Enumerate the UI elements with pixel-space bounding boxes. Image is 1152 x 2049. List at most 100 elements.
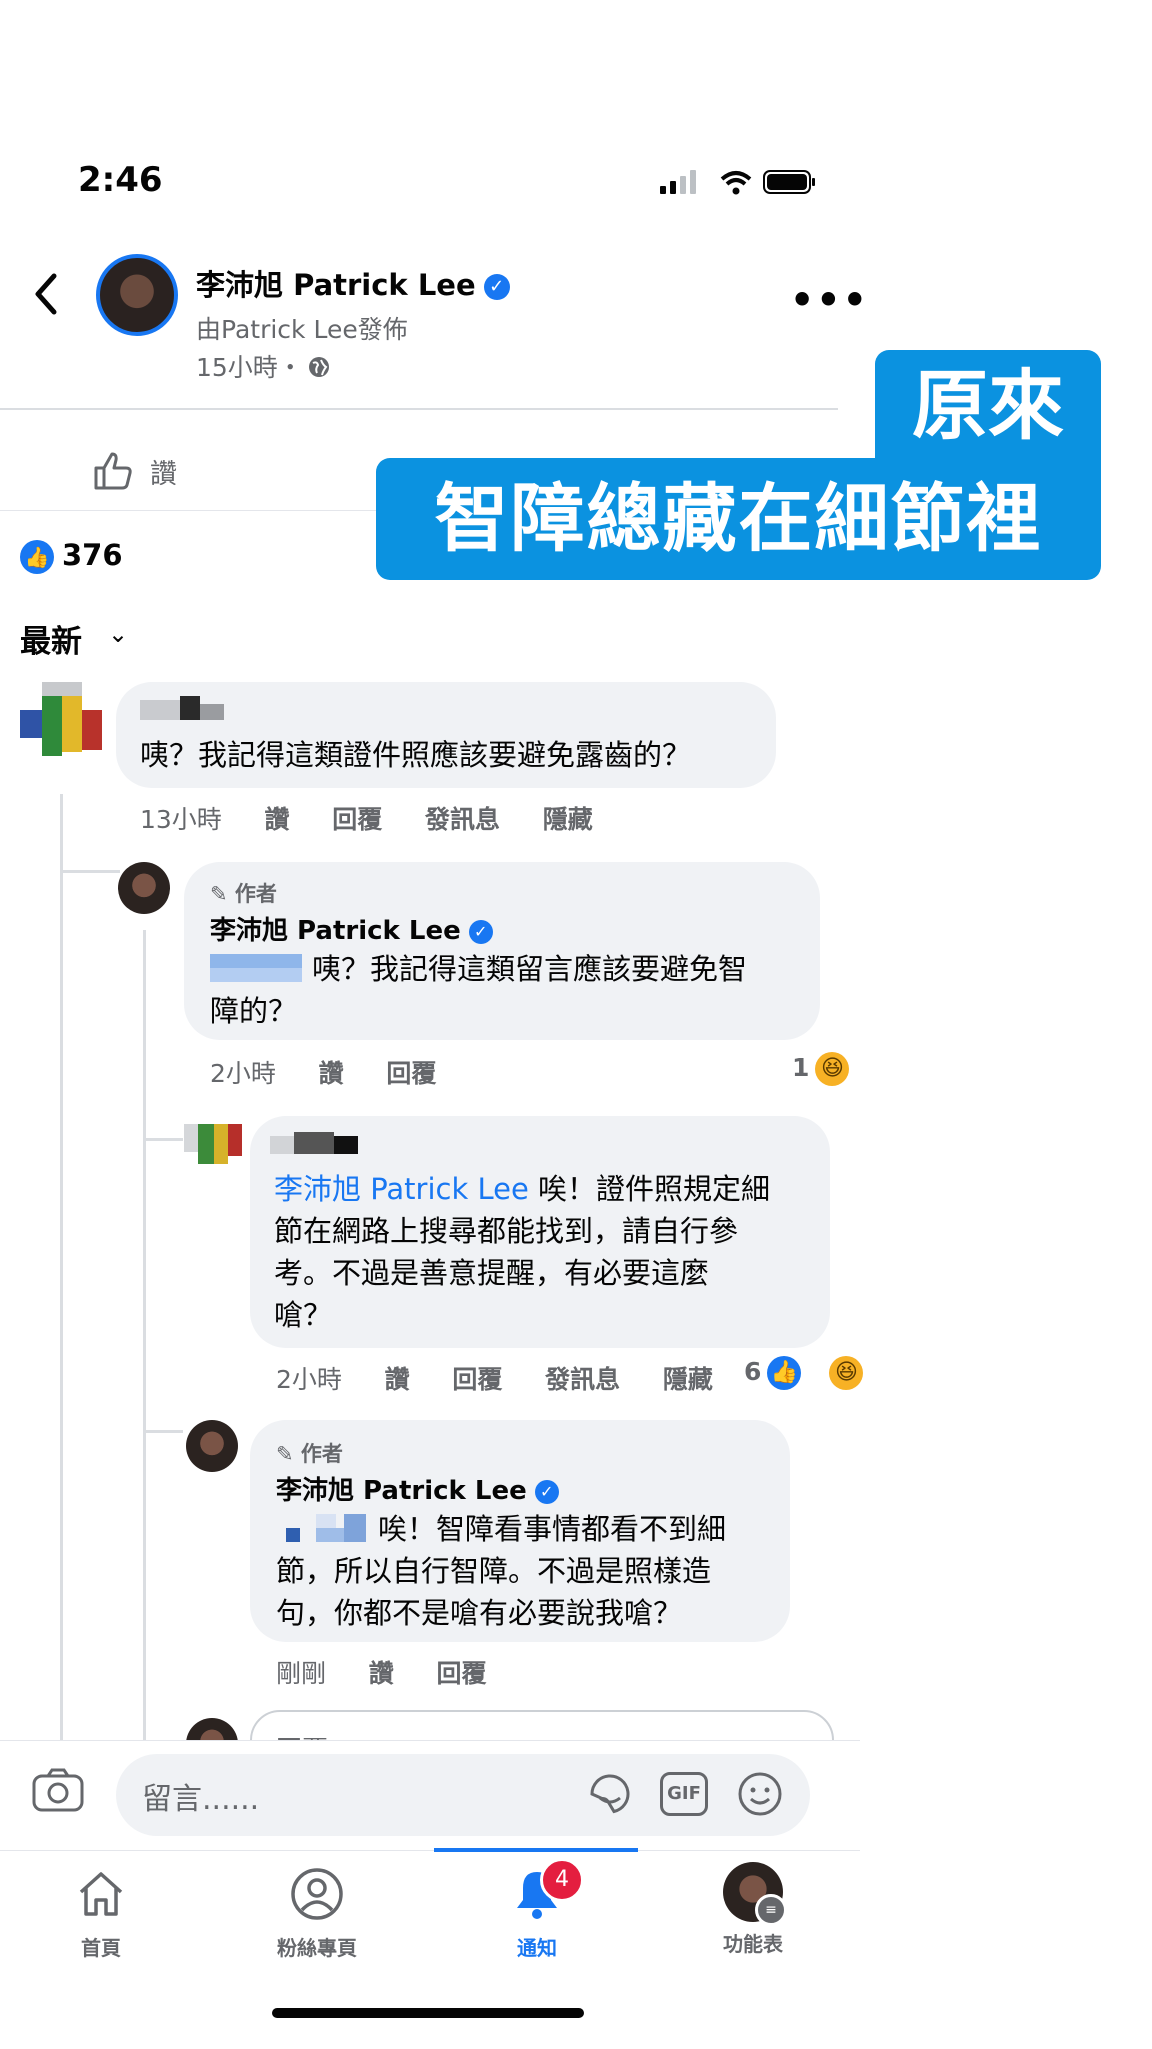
wifi-icon: [720, 171, 752, 195]
comment-text-line: 障的？: [210, 994, 298, 1028]
reaction-count[interactable]: 376: [62, 538, 123, 572]
comment-meta: 剛剛 讚 回覆: [276, 1654, 520, 1690]
comment-like-button[interactable]: 讚: [265, 805, 290, 834]
verified-badge-icon: ✓: [534, 1479, 559, 1504]
comment-text-line: 節在網路上搜尋都能找到，請自行參: [274, 1214, 739, 1248]
nav-home-label: 首頁: [81, 1936, 121, 1960]
page-avatar[interactable]: [96, 254, 178, 336]
like-reaction-icon: 👍: [20, 540, 54, 574]
thread-line: [143, 1138, 183, 1141]
home-icon: [79, 1872, 123, 1916]
like-reaction-icon: 👍: [767, 1356, 802, 1390]
reaction-count: 6: [744, 1357, 762, 1386]
comment-reply-button[interactable]: 回覆: [332, 805, 382, 834]
comment-author-name-text[interactable]: 李沛旭 Patrick Lee: [276, 1476, 527, 1506]
commenter-name-blurred[interactable]: [270, 1132, 358, 1156]
comment-text-line: 句，你都不是嗆有必要說我嗆？: [276, 1596, 683, 1630]
author-avatar[interactable]: [186, 1420, 238, 1472]
comment-reactions[interactable]: 1 😆: [792, 1052, 883, 1086]
nav-home[interactable]: 首頁: [16, 1866, 186, 1961]
comment-message-button[interactable]: 發訊息: [425, 805, 500, 834]
battery-icon: [763, 170, 815, 194]
commenter-name-blurred[interactable]: [140, 696, 224, 724]
author-tag-label: 作者: [300, 1442, 343, 1466]
comment-time: 剛剛: [276, 1659, 327, 1688]
comment-time: 2小時: [210, 1059, 276, 1088]
home-indicator: [272, 2008, 584, 2018]
post-time: 15小時・: [196, 348, 331, 384]
comment-time: 2小時: [276, 1365, 342, 1394]
comment-reply-button[interactable]: 回覆: [436, 1659, 486, 1688]
more-options-icon[interactable]: •••: [790, 278, 869, 322]
thread-line: [60, 794, 63, 1740]
status-icons: [660, 170, 815, 195]
reaction-count: 1: [792, 1053, 810, 1082]
author-avatar[interactable]: [118, 862, 170, 914]
verified-badge-icon: ✓: [483, 274, 510, 300]
mention-link[interactable]: 李沛旭 Patrick Lee: [274, 1172, 529, 1206]
nav-pages[interactable]: 粉絲專頁: [232, 1866, 402, 1961]
like-button[interactable]: 讚: [150, 452, 177, 491]
profile-circle-icon: [291, 1868, 343, 1920]
comment-text-line: 考。不過是善意提醒，有必要這麼: [274, 1256, 710, 1290]
emoji-smile-icon[interactable]: [736, 1770, 784, 1818]
comment-text-line: 節，所以自行智障。不過是照樣造: [276, 1554, 712, 1588]
page-name[interactable]: 李沛旭 Patrick Lee ✓: [196, 262, 510, 304]
comment-like-button[interactable]: 讚: [369, 1659, 394, 1688]
comment-hide-button[interactable]: 隱藏: [543, 805, 593, 834]
comment-text-line: 李沛旭 Patrick Lee 唉！證件照規定細: [274, 1168, 834, 1210]
author-tag-label: 作者: [234, 882, 277, 906]
camera-icon[interactable]: [32, 1768, 84, 1812]
comment-text-line: 唉！智障看事情都看不到細: [378, 1512, 727, 1546]
comment-like-button[interactable]: 讚: [319, 1059, 344, 1088]
comment-text: 咦？我記得這類留言應該要避免智 障的？: [210, 948, 810, 1032]
comment-text: 李沛旭 Patrick Lee 唉！證件照規定細 節在網路上搜尋都能找到，請自行…: [274, 1168, 834, 1336]
nav-pages-label: 粉絲專頁: [277, 1936, 357, 1960]
comment-text-line: 嗆？: [274, 1298, 333, 1332]
comment-reactions[interactable]: 6 👍 😆: [744, 1356, 897, 1390]
status-time: 2:46: [78, 160, 163, 200]
commenter-avatar-blurred[interactable]: [20, 682, 104, 766]
comment-reply-button[interactable]: 回覆: [386, 1059, 436, 1088]
sticker-icon[interactable]: [586, 1770, 634, 1818]
nav-menu[interactable]: ≡ 功能表: [668, 1862, 838, 1957]
comment-text: 咦？我記得這類證件照應該要避免露齒的？: [140, 738, 692, 772]
post-time-text: 15小時・: [196, 353, 303, 382]
comment-message-button[interactable]: 發訊息: [545, 1365, 620, 1394]
author-tag: ✎ 作者: [210, 878, 277, 908]
divider: [0, 408, 838, 410]
notification-badge: 4: [540, 1858, 584, 1902]
comment-like-button[interactable]: 讚: [385, 1365, 410, 1394]
nav-notifications[interactable]: 通知: [452, 1866, 622, 1961]
comment-text-line: 咦？我記得這類留言應該要避免智: [312, 952, 748, 986]
comment-author-name-text[interactable]: 李沛旭 Patrick Lee: [210, 916, 461, 946]
gif-icon[interactable]: GIF: [660, 1772, 708, 1816]
like-thumb-icon[interactable]: [92, 448, 136, 492]
pencil-icon: ✎: [210, 882, 228, 906]
chevron-down-icon[interactable]: ⌄: [108, 620, 128, 648]
nav-active-indicator: [434, 1848, 638, 1852]
comment-hide-button[interactable]: 隱藏: [663, 1365, 713, 1394]
comment-meta: 2小時 讚 回覆 發訊息 隱藏: [276, 1360, 747, 1396]
haha-reaction-icon: 😆: [829, 1356, 864, 1390]
menu-hamburger-icon: ≡: [755, 1894, 787, 1926]
signal-icon: [660, 170, 696, 194]
comment-input-placeholder: 留言......: [142, 1782, 260, 1817]
haha-reaction-icon: 😆: [815, 1052, 850, 1086]
globe-icon: [308, 357, 329, 377]
thread-line: [143, 1430, 183, 1433]
verified-badge-icon: ✓: [468, 919, 493, 944]
page-name-text[interactable]: 李沛旭 Patrick Lee: [196, 268, 476, 302]
comment-reply-button[interactable]: 回覆: [452, 1365, 502, 1394]
caption-line-2: 智障總藏在細節裡: [376, 458, 1101, 580]
author-tag: ✎ 作者: [276, 1438, 343, 1468]
comment-text-line-1: 唉！證件照規定細: [528, 1172, 771, 1206]
comment-author-name[interactable]: 李沛旭 Patrick Lee ✓: [210, 910, 493, 947]
comment-author-name[interactable]: 李沛旭 Patrick Lee ✓: [276, 1470, 559, 1507]
thread-line: [60, 870, 120, 873]
comment-sort-label[interactable]: 最新: [20, 616, 82, 661]
commenter-avatar-blurred[interactable]: [184, 1112, 242, 1170]
pencil-icon: ✎: [276, 1442, 294, 1466]
comment-time: 13小時: [140, 805, 222, 834]
back-arrow-icon[interactable]: [28, 268, 64, 320]
